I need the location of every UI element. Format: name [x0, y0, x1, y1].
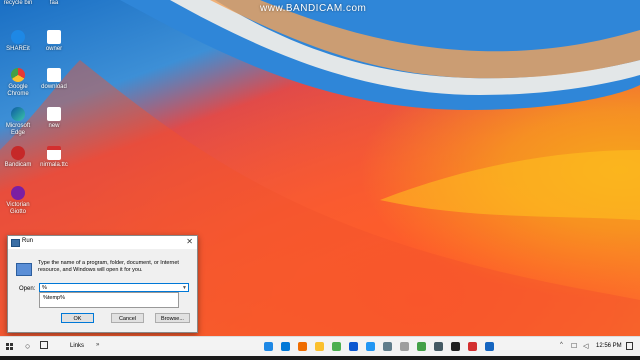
- desktop-icon-nirmala[interactable]: nirmala.ttc: [36, 146, 72, 169]
- desktop-icon-label: recycle bin: [3, 0, 33, 6]
- search-icon[interactable]: ○: [25, 341, 30, 351]
- close-icon[interactable]: ✕: [186, 237, 193, 246]
- desktop-icon-label: faa: [49, 0, 59, 6]
- desktop-icon-shareit[interactable]: SHAREit: [0, 30, 36, 53]
- taskbar-app-icon[interactable]: [264, 342, 273, 351]
- open-input[interactable]: % ▼: [39, 283, 189, 292]
- desktop-icon-label: download: [41, 84, 67, 90]
- run-description: Type the name of a program, folder, docu…: [38, 260, 179, 273]
- open-input-value: %: [42, 285, 47, 291]
- document-icon: [47, 107, 61, 121]
- notification-icon[interactable]: [626, 342, 633, 350]
- taskbar-app-icon[interactable]: [315, 342, 324, 351]
- network-icon[interactable]: ☐: [571, 342, 577, 350]
- links-toolbar-label[interactable]: Links: [70, 343, 84, 349]
- taskbar-app-icon[interactable]: [451, 342, 460, 351]
- taskbar-app-icon[interactable]: [400, 342, 409, 351]
- run-window-icon: [11, 239, 20, 247]
- desktop-icon-label: Microsoft Edge: [5, 123, 31, 136]
- desktop: www.BANDICAM.com recycle bin faa SHAREit…: [0, 0, 640, 336]
- run-dialog: Run ✕ Type the name of a program, folder…: [7, 235, 198, 333]
- desktop-icon-label: nirmala.ttc: [40, 162, 68, 168]
- taskbar-app-icon[interactable]: [332, 342, 341, 351]
- windows-start-icon[interactable]: [6, 343, 14, 351]
- chevron-down-icon[interactable]: ▼: [182, 284, 187, 293]
- taskbar-app-icon[interactable]: [485, 342, 494, 351]
- clock[interactable]: 12:56 PM: [596, 343, 622, 349]
- desktop-icon-victorian-giotto[interactable]: Victorian Giotto: [0, 186, 36, 216]
- taskbar-app-icon[interactable]: [349, 342, 358, 351]
- desktop-icon-google-chrome[interactable]: Google Chrome: [0, 68, 36, 98]
- taskbar-app-icon[interactable]: [383, 342, 392, 351]
- desktop-icon-recycle-bin[interactable]: recycle bin: [0, 0, 36, 7]
- desktop-icon-faa[interactable]: faa: [36, 0, 72, 7]
- desktop-icon-new[interactable]: new: [36, 107, 72, 130]
- font-file-icon: [47, 146, 61, 160]
- desktop-icon-bandicam[interactable]: Bandicam: [0, 146, 36, 169]
- taskbar-app-icon[interactable]: [417, 342, 426, 351]
- autocomplete-item[interactable]: %temp%: [43, 295, 65, 301]
- edge-icon: [11, 107, 25, 121]
- browse-button[interactable]: Browse...: [155, 313, 190, 323]
- document-icon: [47, 30, 61, 44]
- taskbar-app-icon[interactable]: [281, 342, 290, 351]
- run-titlebar[interactable]: Run ✕: [8, 236, 197, 249]
- open-label: Open:: [19, 286, 36, 292]
- task-view-icon[interactable]: [40, 341, 48, 349]
- desktop-icon-owner[interactable]: owner: [36, 30, 72, 53]
- desktop-icon-label: Bandicam: [4, 162, 32, 168]
- taskbar-app-icon[interactable]: [434, 342, 443, 351]
- desktop-icon-label: new: [48, 123, 60, 129]
- links-chevron-icon[interactable]: »: [96, 342, 99, 348]
- shareit-icon: [11, 30, 25, 44]
- chrome-icon: [11, 68, 25, 82]
- taskbar-app-icon[interactable]: [366, 342, 375, 351]
- autocomplete-list: %temp%: [39, 292, 179, 308]
- taskbar-app-icon[interactable]: [298, 342, 307, 351]
- desktop-icon-download[interactable]: download: [36, 68, 72, 91]
- desktop-icon-label: Google Chrome: [7, 84, 29, 97]
- desktop-icon-label: owner: [45, 46, 63, 52]
- volume-icon[interactable]: ◁: [583, 342, 588, 350]
- document-icon: [47, 68, 61, 82]
- run-program-icon: [16, 263, 32, 276]
- desktop-icon-label: SHAREit: [6, 46, 30, 52]
- taskbar-app-icon[interactable]: [468, 342, 477, 351]
- cancel-button[interactable]: Cancel: [111, 313, 144, 323]
- tray-chevron-icon[interactable]: ^: [560, 342, 563, 348]
- run-title: Run: [22, 238, 34, 244]
- app-icon: [11, 186, 25, 200]
- bottom-strip: [0, 356, 640, 360]
- desktop-icon-microsoft-edge[interactable]: Microsoft Edge: [0, 107, 36, 137]
- bandicam-icon: [11, 146, 25, 160]
- taskbar: ○ Links » ^ ☐ ◁ 12:56 PM: [0, 336, 640, 357]
- desktop-icon-label: Victorian Giotto: [6, 202, 30, 215]
- bandicam-watermark: www.BANDICAM.com: [260, 3, 367, 14]
- ok-button[interactable]: OK: [61, 313, 94, 323]
